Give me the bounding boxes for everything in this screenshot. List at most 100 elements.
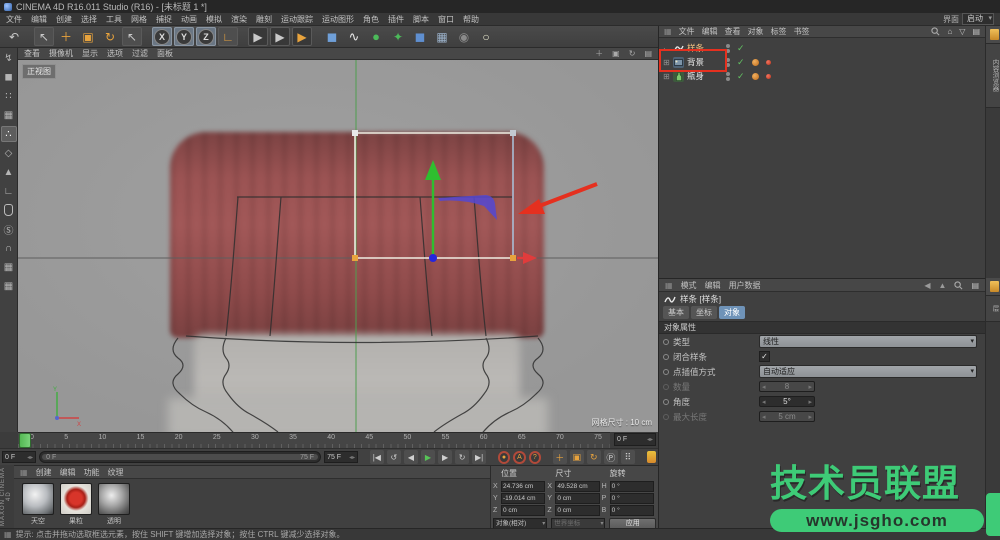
- texture-tag-icon[interactable]: [751, 72, 759, 80]
- live-selection-icon[interactable]: ↖: [34, 27, 54, 46]
- x-axis-lock-button[interactable]: X: [152, 27, 172, 46]
- range-end-field[interactable]: 75 F ◂▸: [324, 451, 359, 463]
- menu-animate[interactable]: 动画: [181, 14, 197, 25]
- frame-range-slider[interactable]: 0 F 75 F: [39, 451, 322, 463]
- menu-create[interactable]: 创建: [56, 14, 72, 25]
- om-menu-file[interactable]: 文件: [679, 26, 695, 37]
- position-y-input[interactable]: -19.014 cm: [501, 493, 546, 504]
- add-cube-icon[interactable]: ◼: [322, 27, 342, 46]
- vp-menu-panel[interactable]: 面板: [157, 48, 173, 59]
- attr-menu-edit[interactable]: 编辑: [705, 280, 721, 291]
- content-browser-tab[interactable]: 内容浏览器: [986, 44, 1000, 108]
- vp-maximize-icon[interactable]: ▤: [644, 49, 652, 58]
- anim-toggle-icon[interactable]: [663, 353, 669, 360]
- menu-simulate[interactable]: 模拟: [206, 14, 222, 25]
- scale-tool-icon[interactable]: ▣: [78, 27, 98, 46]
- last-tool-icon[interactable]: ↖: [122, 27, 142, 46]
- rotation-b-input[interactable]: 0 °: [609, 505, 654, 516]
- add-deformer-icon[interactable]: ✦: [388, 27, 408, 46]
- enable-snap-icon[interactable]: Ⓢ: [1, 221, 17, 237]
- om-menu-objects[interactable]: 对象: [748, 26, 764, 37]
- undo-icon[interactable]: ↶: [4, 27, 24, 46]
- axis-origin-point[interactable]: [429, 254, 437, 262]
- enable-check-icon[interactable]: ✓: [737, 43, 745, 54]
- menu-select[interactable]: 选择: [81, 14, 97, 25]
- move-tool-icon[interactable]: ＋: [56, 27, 76, 46]
- panel-icon[interactable]: ▤: [972, 27, 980, 36]
- menu-mograph[interactable]: 运动图形: [322, 14, 354, 25]
- texture-tag-icon[interactable]: [751, 58, 759, 66]
- render-region-icon[interactable]: ▶: [270, 27, 290, 46]
- vp-pan-icon[interactable]: ＋: [595, 48, 603, 59]
- menu-motion-tracker[interactable]: 运动跟踪: [281, 14, 313, 25]
- play-button[interactable]: ▶: [420, 450, 435, 464]
- key-pla-button[interactable]: ⠿: [620, 450, 635, 464]
- points-mode-icon[interactable]: ∴: [0, 126, 17, 142]
- vp-menu-cameras[interactable]: 摄像机: [49, 48, 73, 59]
- tag-icon[interactable]: [765, 59, 771, 65]
- texture-mode-icon[interactable]: ▦: [1, 107, 17, 123]
- enable-check-icon[interactable]: ✓: [737, 71, 745, 82]
- vp-zoom-icon[interactable]: ▣: [612, 49, 620, 58]
- make-editable-icon[interactable]: ↯: [1, 50, 17, 66]
- timeline-playhead[interactable]: [19, 433, 31, 448]
- material-thumbnail-glass[interactable]: [98, 483, 130, 515]
- add-instance-icon[interactable]: ◼: [410, 27, 430, 46]
- material-item[interactable]: 果粒: [60, 483, 92, 526]
- workplane-snap-icon[interactable]: ▦: [1, 278, 17, 294]
- y-axis-handle[interactable]: [425, 160, 441, 255]
- content-browser-tab-icon[interactable]: [986, 26, 1000, 44]
- key-position-button[interactable]: ＋: [552, 450, 567, 464]
- keyframe-selection-button[interactable]: ?: [528, 450, 542, 464]
- search-icon[interactable]: [954, 280, 963, 290]
- menu-window[interactable]: 窗口: [438, 14, 454, 25]
- timeline-ruler[interactable]: 0 5 10 15 20 25 30 35 40 45 50 55 60 65 …: [18, 432, 610, 448]
- polygons-mode-icon[interactable]: ▲: [1, 164, 17, 180]
- view-label[interactable]: 正视图: [22, 64, 56, 79]
- autokey-button[interactable]: A: [513, 450, 526, 464]
- anim-toggle-icon[interactable]: [663, 368, 669, 375]
- filter-icon[interactable]: ▽: [959, 27, 965, 36]
- workplane-lock-icon[interactable]: ▦: [1, 259, 17, 275]
- interpolation-dropdown[interactable]: 自动适应: [759, 365, 977, 378]
- key-parameter-button[interactable]: Ⓟ: [603, 450, 618, 464]
- key-scale-button[interactable]: ▣: [569, 450, 584, 464]
- grid-menu-icon[interactable]: ▦: [665, 281, 673, 290]
- menu-plugins[interactable]: 插件: [388, 14, 404, 25]
- vp-menu-view[interactable]: 查看: [24, 48, 40, 59]
- enable-check-icon[interactable]: ✓: [737, 57, 745, 68]
- mat-menu-function[interactable]: 功能: [84, 467, 100, 478]
- texture-axis-mode-icon[interactable]: ∷: [1, 88, 17, 104]
- magnet-icon[interactable]: ∩: [1, 240, 17, 256]
- add-light-icon[interactable]: ○: [476, 27, 496, 46]
- up-icon[interactable]: ▲: [939, 281, 947, 290]
- material-thumbnail-sky[interactable]: [22, 483, 54, 515]
- mat-menu-texture[interactable]: 纹理: [108, 467, 124, 478]
- axis-mode-icon[interactable]: ∟: [1, 183, 17, 199]
- solo-animation-icon[interactable]: [646, 451, 656, 463]
- menu-character[interactable]: 角色: [363, 14, 379, 25]
- repeat-button[interactable]: ↻: [455, 450, 470, 464]
- y-axis-lock-button[interactable]: Y: [174, 27, 194, 46]
- position-z-input[interactable]: 0 cm: [501, 505, 546, 516]
- add-generator-icon[interactable]: ●: [366, 27, 386, 46]
- coordinate-system-icon[interactable]: ∟: [218, 27, 238, 46]
- tag-icon[interactable]: [765, 73, 771, 79]
- position-x-input[interactable]: 24.736 cm: [501, 481, 546, 492]
- menu-snap[interactable]: 捕捉: [156, 14, 172, 25]
- render-settings-icon[interactable]: ▶: [292, 27, 312, 46]
- viewport-solo-icon[interactable]: [1, 202, 17, 218]
- anim-toggle-icon[interactable]: [663, 398, 669, 405]
- menu-file[interactable]: 文件: [6, 14, 22, 25]
- type-dropdown[interactable]: 线性: [759, 335, 977, 348]
- add-camera-icon[interactable]: ◉: [454, 27, 474, 46]
- om-menu-bookmarks[interactable]: 书签: [794, 26, 810, 37]
- tab-object[interactable]: 对象: [719, 306, 745, 319]
- menu-edit[interactable]: 编辑: [31, 14, 47, 25]
- om-menu-view[interactable]: 查看: [725, 26, 741, 37]
- rotate-tool-icon[interactable]: ↻: [100, 27, 120, 46]
- grid-menu-icon[interactable]: ▦: [20, 468, 28, 477]
- spline-point-top-right[interactable]: [510, 130, 516, 136]
- menu-render[interactable]: 渲染: [231, 14, 247, 25]
- grid-menu-icon[interactable]: ▦: [664, 27, 672, 36]
